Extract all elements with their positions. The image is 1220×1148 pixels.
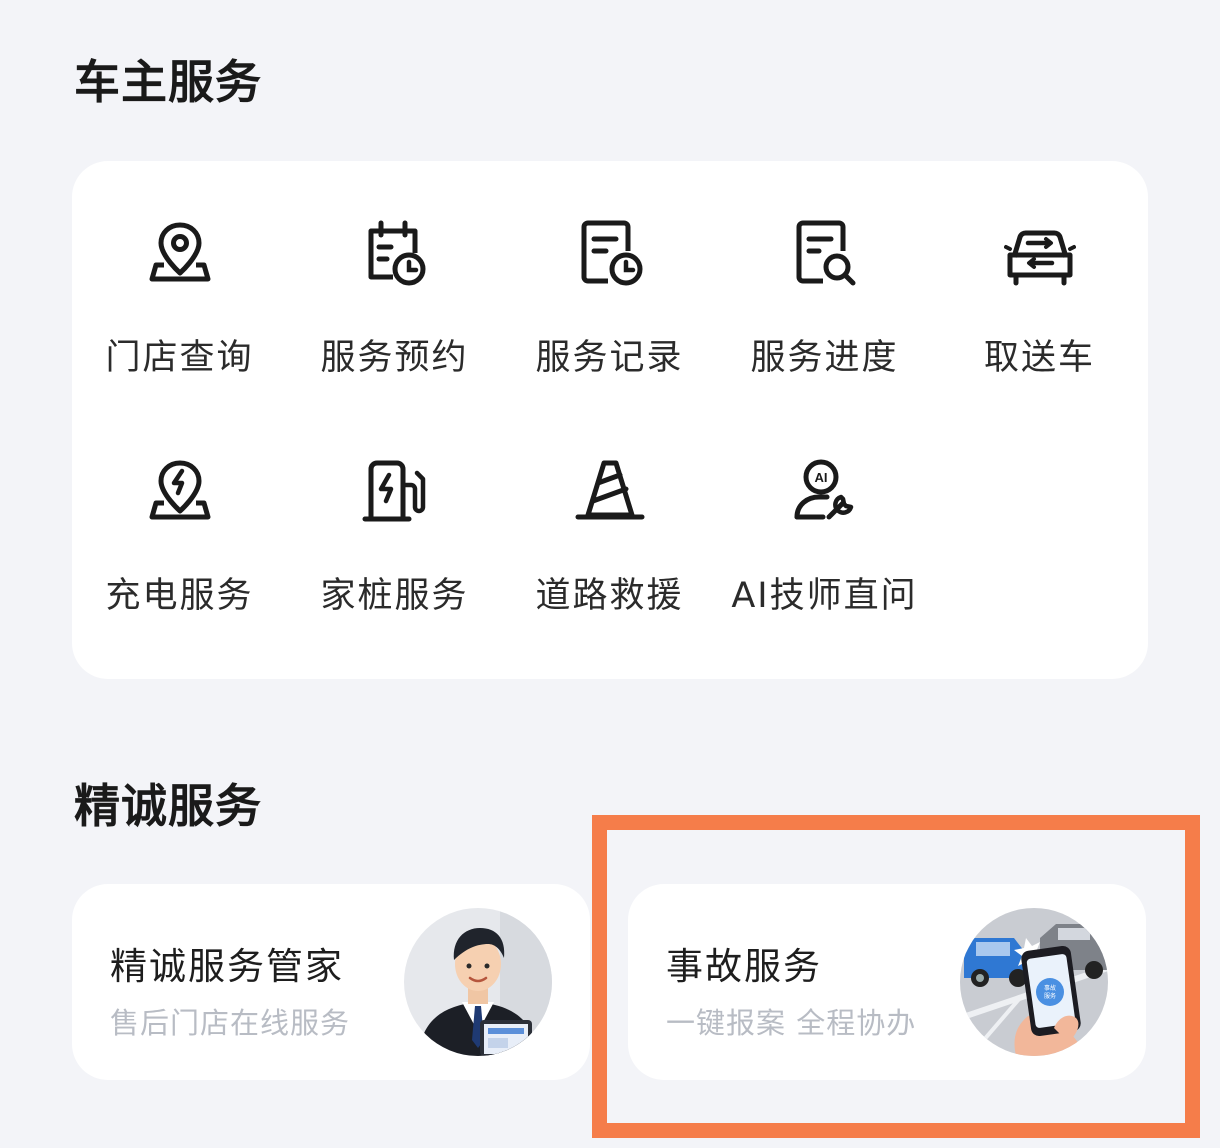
grid-item-label: 充电服务 [105, 576, 254, 616]
owner-services-grid: 门店查询 服务预约 服务记录 服务进度 取送车 充电服务 家桩服务 道路救援 A… [72, 161, 1148, 679]
phone-screen-text-line-1: 事故 [1044, 984, 1056, 992]
store-location-pin-icon [149, 222, 210, 282]
grid-item-label: AI技师直问 [731, 576, 918, 616]
ai-technician-icon: AI [794, 459, 853, 520]
document-search-icon [796, 220, 855, 286]
home-charger-icon [362, 460, 425, 522]
grid-item-label: 取送车 [983, 338, 1095, 378]
grid-item-label: 门店查询 [105, 338, 254, 378]
grid-item-label: 服务记录 [535, 338, 684, 378]
grid-item-service-records[interactable]: 服务记录 [502, 219, 717, 380]
grid-item-store-search[interactable]: 门店查询 [72, 219, 287, 380]
accident-service-card[interactable]: 事故服务 一键报案 全程协办 事故 服务 [628, 884, 1146, 1080]
document-clock-icon [581, 220, 642, 286]
grid-item-pickup-delivery[interactable]: 取送车 [932, 219, 1147, 380]
grid-item-label: 家桩服务 [320, 576, 469, 616]
service-steward-card[interactable]: 精诚服务管家 售后门店在线服务 [72, 884, 590, 1080]
traffic-cone-icon [575, 460, 644, 520]
car-swap-icon [1003, 230, 1076, 286]
accident-card-subtitle: 一键报案 全程协办 [666, 1006, 917, 1040]
grid-item-ai-technician[interactable]: AI AI技师直问 [717, 457, 932, 618]
service-steward-avatar [404, 908, 552, 1056]
grid-item-road-rescue[interactable]: 道路救援 [502, 457, 717, 618]
grid-item-service-booking[interactable]: 服务预约 [287, 219, 502, 380]
phone-screen-text-line-2: 服务 [1044, 992, 1056, 1000]
calendar-clock-icon [368, 220, 425, 286]
steward-card-title: 精诚服务管家 [110, 945, 344, 988]
grid-item-label: 服务进度 [750, 338, 899, 378]
grid-item-charging-service[interactable]: 充电服务 [72, 457, 287, 618]
grid-item-home-charger-service[interactable]: 家桩服务 [287, 457, 502, 618]
section-title-premium-services: 精诚服务 [74, 779, 262, 833]
steward-card-subtitle: 售后门店在线服务 [110, 1006, 351, 1040]
svg-text:AI: AI [814, 470, 827, 485]
accident-card-title: 事故服务 [666, 945, 822, 988]
grid-item-service-progress[interactable]: 服务进度 [717, 219, 932, 380]
car-accident-phone-illustration: 事故 服务 [960, 908, 1108, 1056]
grid-item-label: 服务预约 [320, 338, 469, 378]
grid-item-label: 道路救援 [535, 576, 684, 616]
section-title-owner-services: 车主服务 [74, 55, 262, 109]
charging-location-pin-icon [149, 460, 210, 520]
